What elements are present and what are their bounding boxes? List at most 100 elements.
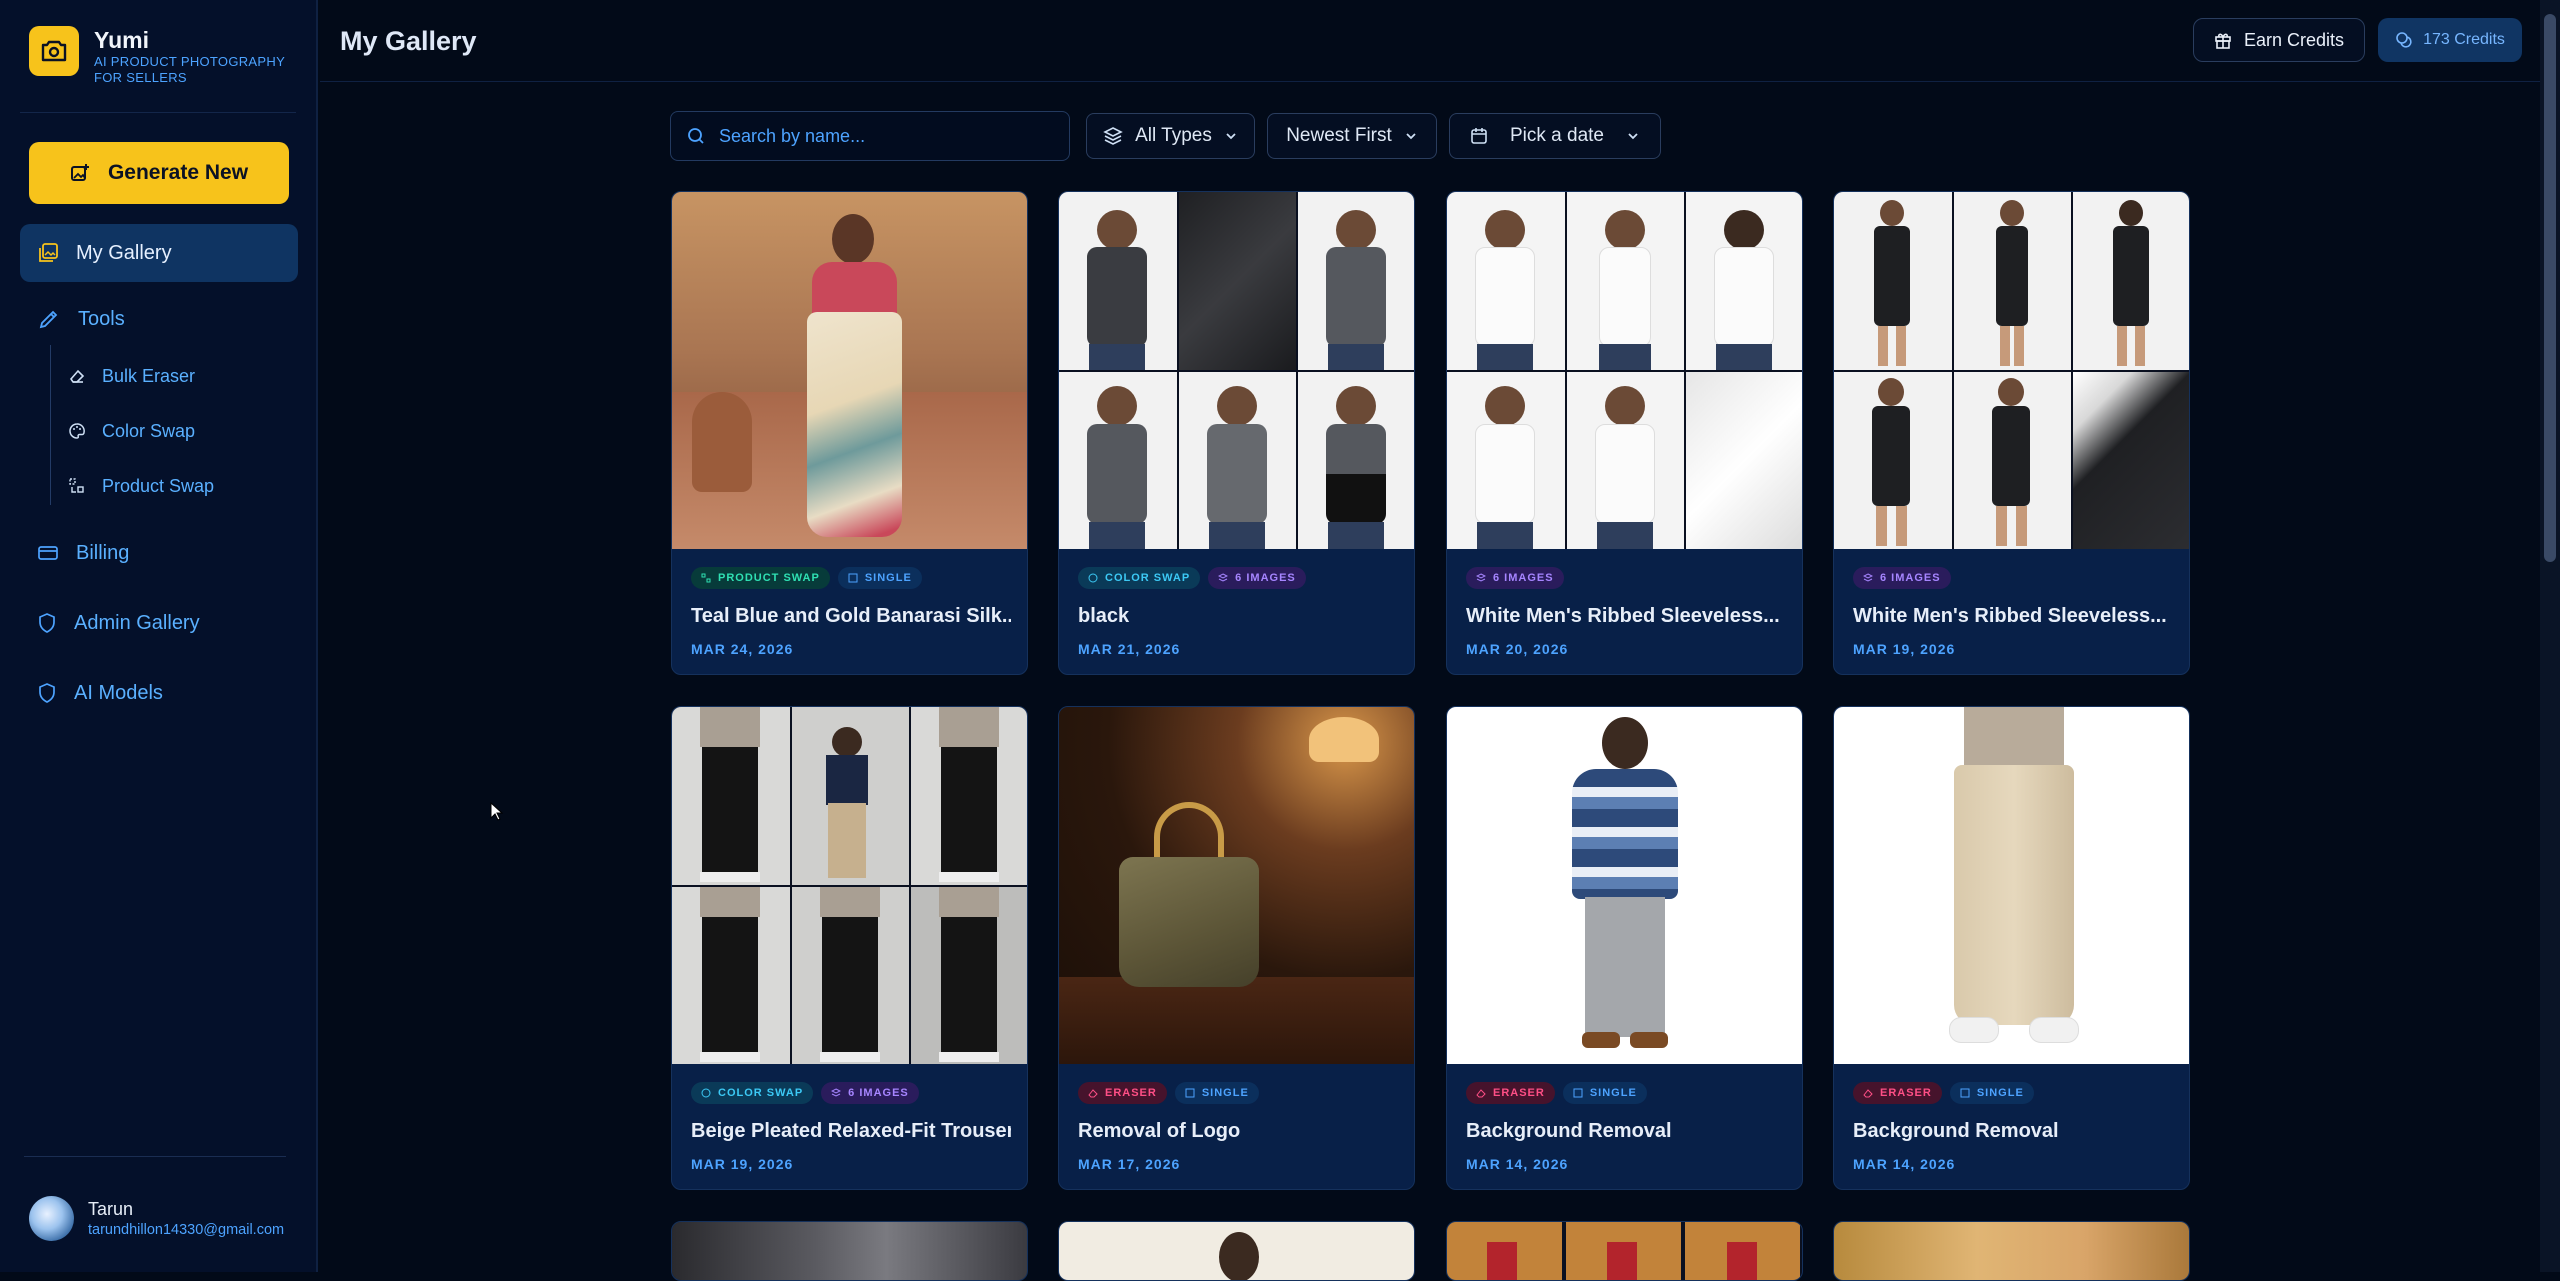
card-thumbnail[interactable] (1834, 707, 2189, 1064)
card-icon (38, 546, 58, 560)
chevron-down-icon (1406, 133, 1416, 140)
count-badge: 6 IMAGES (1208, 567, 1306, 589)
card-date: MAR 21, 2026 (1078, 641, 1181, 657)
type-filter-dropdown[interactable]: All Types (1086, 113, 1255, 159)
user-name: Tarun (88, 1198, 134, 1219)
shield-icon (39, 613, 55, 633)
card-date: MAR 14, 2026 (1466, 1156, 1569, 1172)
tree-line (50, 345, 51, 505)
card-thumbnail[interactable] (672, 192, 1027, 549)
sidebar-item-color-swap[interactable]: Color Swap (68, 413, 195, 449)
sidebar-item-label: Bulk Eraser (102, 365, 196, 386)
sidebar-item-product-swap[interactable]: Product Swap (68, 468, 214, 504)
layers-icon (831, 1088, 842, 1097)
sort-dropdown[interactable]: Newest First (1267, 113, 1437, 159)
palette-icon (701, 1088, 711, 1098)
type-badge: ERASER (1853, 1082, 1942, 1104)
gallery-card[interactable] (1833, 1221, 2190, 1281)
sidebar-item-ai-models[interactable]: AI Models (20, 664, 298, 722)
sidebar-item-label: My Gallery (76, 241, 172, 264)
type-badge: COLOR SWAP (691, 1082, 814, 1104)
count-badge: SINGLE (1174, 1082, 1259, 1104)
gallery-card[interactable]: COLOR SWAP 6 IMAGES Beige Pleated Relaxe… (671, 706, 1028, 1190)
gallery-icon (39, 243, 58, 262)
scrollbar-thumb[interactable] (2544, 14, 2556, 562)
card-thumbnail[interactable] (1059, 1222, 1414, 1280)
gallery-card[interactable]: ERASER SINGLE Background Removal MAR 14,… (1446, 706, 1803, 1190)
eraser-icon (1088, 1089, 1098, 1098)
date-picker[interactable]: Pick a date (1449, 113, 1661, 159)
image-icon (1573, 1088, 1583, 1098)
card-thumbnail[interactable] (1059, 192, 1414, 549)
chevron-down-icon (1226, 133, 1236, 140)
sidebar-item-bulk-eraser[interactable]: Bulk Eraser (68, 358, 195, 394)
gallery-card[interactable]: 6 IMAGES White Men's Ribbed Sleeveless..… (1446, 191, 1803, 675)
gallery-card[interactable] (1446, 1221, 1803, 1281)
image-icon (1960, 1088, 1970, 1098)
coins-icon (2396, 32, 2412, 48)
card-thumbnail[interactable] (672, 1222, 1027, 1280)
card-thumbnail[interactable] (1059, 707, 1414, 1064)
card-title: White Men's Ribbed Sleeveless... (1853, 605, 2167, 627)
gallery-card[interactable]: ERASER SINGLE Background Removal MAR 14,… (1833, 706, 2190, 1190)
sidebar-item-label: Product Swap (102, 475, 215, 496)
brand-tagline: AI PRODUCT PHOTOGRAPHY FOR SELLERS (94, 54, 285, 85)
divider (20, 112, 296, 113)
card-date: MAR 19, 2026 (691, 1156, 794, 1172)
palette-icon (69, 423, 85, 439)
eraser-icon (1863, 1089, 1873, 1098)
gallery-card[interactable] (671, 1221, 1028, 1281)
sidebar-item-my-gallery[interactable]: My Gallery (20, 224, 298, 282)
card-thumbnail[interactable] (1447, 1222, 1802, 1280)
layers-icon (1218, 573, 1229, 582)
count-badge: SINGLE (1949, 1082, 2034, 1104)
palette-icon (1088, 573, 1098, 583)
gallery-card[interactable] (1058, 1221, 1415, 1281)
user-email: tarundhillon14330@gmail.com (88, 1221, 285, 1238)
generate-new-button[interactable]: Generate New (29, 142, 289, 204)
sidebar-item-admin-gallery[interactable]: Admin Gallery (20, 594, 298, 652)
card-thumbnail[interactable] (1447, 192, 1802, 549)
page-title: My Gallery (340, 26, 477, 56)
layers-icon (1103, 127, 1123, 145)
layers-icon (1863, 573, 1873, 582)
count-badge: 6 IMAGES (1466, 567, 1564, 589)
sidebar-item-label: Color Swap (102, 420, 196, 441)
gift-icon (2215, 33, 2231, 49)
card-date: MAR 24, 2026 (691, 641, 794, 657)
gallery-card[interactable]: 6 IMAGES White Men's Ribbed Sleeveless..… (1833, 191, 2190, 675)
top-bar: My Gallery Earn Credits 173 Credits (320, 0, 2540, 82)
camera-icon (29, 26, 79, 76)
chevron-down-icon (1628, 133, 1638, 140)
card-date: MAR 20, 2026 (1466, 641, 1569, 657)
count-badge: SINGLE (1562, 1082, 1647, 1104)
sidebar-item-billing[interactable]: Billing (20, 524, 298, 582)
gallery-card[interactable]: PRODUCT SWAP SINGLE Teal Blue and Gold B… (671, 191, 1028, 675)
search-input[interactable] (717, 124, 1047, 148)
brand[interactable]: Yumi AI PRODUCT PHOTOGRAPHY FOR SELLERS (29, 26, 294, 86)
gallery-card[interactable]: ERASER SINGLE Removal of Logo MAR 17, 20… (1058, 706, 1415, 1190)
card-title: Removal of Logo (1078, 1120, 1241, 1142)
card-title: White Men's Ribbed Sleeveless... (1466, 605, 1780, 627)
type-badge: COLOR SWAP (1078, 567, 1201, 589)
sidebar: Yumi AI PRODUCT PHOTOGRAPHY FOR SELLERS … (0, 0, 318, 1272)
image-icon (1185, 1088, 1195, 1098)
user-profile[interactable]: Tarun tarundhillon14330@gmail.com (29, 1196, 284, 1241)
scrollbar[interactable] (2540, 0, 2560, 1272)
card-thumbnail[interactable] (1834, 1222, 2189, 1280)
count-badge: 6 IMAGES (821, 1082, 919, 1104)
date-picker-label: Pick a date (1510, 125, 1604, 146)
sort-label: Newest First (1286, 125, 1392, 146)
sidebar-item-tools[interactable]: Tools (20, 290, 298, 348)
card-thumbnail[interactable] (1834, 192, 2189, 549)
earn-credits-button[interactable]: Earn Credits (2193, 18, 2365, 62)
generate-new-label: Generate New (107, 161, 249, 184)
divider (24, 1156, 286, 1157)
sidebar-item-label: AI Models (74, 681, 163, 704)
card-thumbnail[interactable] (672, 707, 1027, 1064)
credits-button[interactable]: 173 Credits (2378, 18, 2522, 62)
search-box[interactable] (670, 111, 1070, 161)
card-thumbnail[interactable] (1447, 707, 1802, 1064)
eraser-icon (69, 369, 85, 383)
gallery-card[interactable]: COLOR SWAP 6 IMAGES black MAR 21, 2026 (1058, 191, 1415, 675)
